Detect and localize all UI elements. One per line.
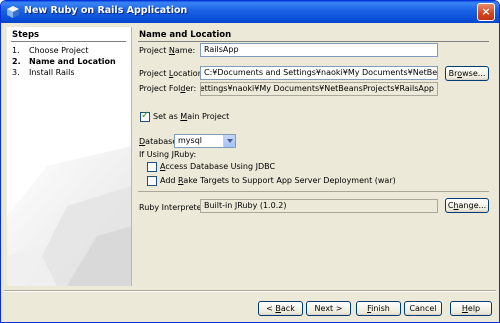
step-name-and-location: 2. Name and Location — [12, 57, 116, 66]
jruby-heading: If Using JRuby: — [139, 150, 197, 159]
section-divider — [138, 41, 489, 42]
main-project-checkbox[interactable] — [140, 110, 150, 122]
project-name-label: Project Name: — [139, 46, 196, 55]
step-choose-project: 1. Choose Project — [12, 46, 89, 55]
wizard-decoration-graphic — [7, 146, 131, 286]
chevron-down-icon[interactable] — [223, 135, 235, 147]
netbeans-cube-icon — [7, 6, 19, 18]
close-button[interactable]: × — [477, 3, 495, 21]
browse-button[interactable]: Browse... — [445, 66, 489, 81]
change-interpreter-button[interactable]: Change... — [445, 198, 489, 213]
jdbc-label: Access Database Using JDBC — [160, 162, 276, 171]
next-button[interactable]: Next > — [306, 301, 351, 316]
ruby-interpreter-field: Built-in JRuby (1.0.2) — [200, 199, 438, 213]
database-value: mysql — [178, 136, 202, 145]
window-title: New Ruby on Rails Application — [24, 5, 188, 16]
project-location-input[interactable]: C:¥Documents and Settings¥naoki¥My Docum… — [200, 66, 438, 80]
project-location-label: Project Location: — [139, 69, 206, 78]
interpreter-divider — [138, 191, 489, 192]
database-select[interactable]: mysql — [174, 134, 236, 148]
ruby-interpreter-label: Ruby Interpreter: — [139, 203, 208, 212]
step-install-rails: 3. Install Rails — [12, 68, 75, 77]
title-bar[interactable]: New Ruby on Rails Application × — [1, 1, 499, 23]
project-folder-field: C:¥Documents and Settings¥naoki¥My Docum… — [200, 82, 438, 96]
help-button[interactable]: Help — [450, 301, 492, 316]
main-project-label: Set as Main Project — [153, 112, 230, 121]
footer-divider-highlight — [4, 291, 496, 292]
steps-divider — [11, 41, 126, 42]
steps-panel: Steps 1. Choose Project 2. Name and Locati… — [7, 27, 132, 286]
project-folder-label: Project Folder: — [139, 84, 197, 93]
wizard-window: New Ruby on Rails Application × Steps 1.… — [0, 0, 500, 323]
rake-targets-checkbox[interactable] — [147, 176, 157, 186]
steps-heading: Steps — [12, 30, 40, 40]
finish-button[interactable]: Finish — [356, 301, 401, 316]
name-location-panel: Name and Location Project Name: RailsApp… — [136, 27, 493, 286]
section-title: Name and Location — [139, 30, 232, 40]
back-button[interactable]: < Back — [258, 301, 303, 316]
cancel-button[interactable]: Cancel — [404, 301, 442, 316]
rake-targets-label: Add Rake Targets to Support App Server D… — [160, 176, 396, 185]
jdbc-checkbox[interactable] — [147, 162, 157, 172]
project-name-input[interactable]: RailsApp — [200, 43, 438, 57]
